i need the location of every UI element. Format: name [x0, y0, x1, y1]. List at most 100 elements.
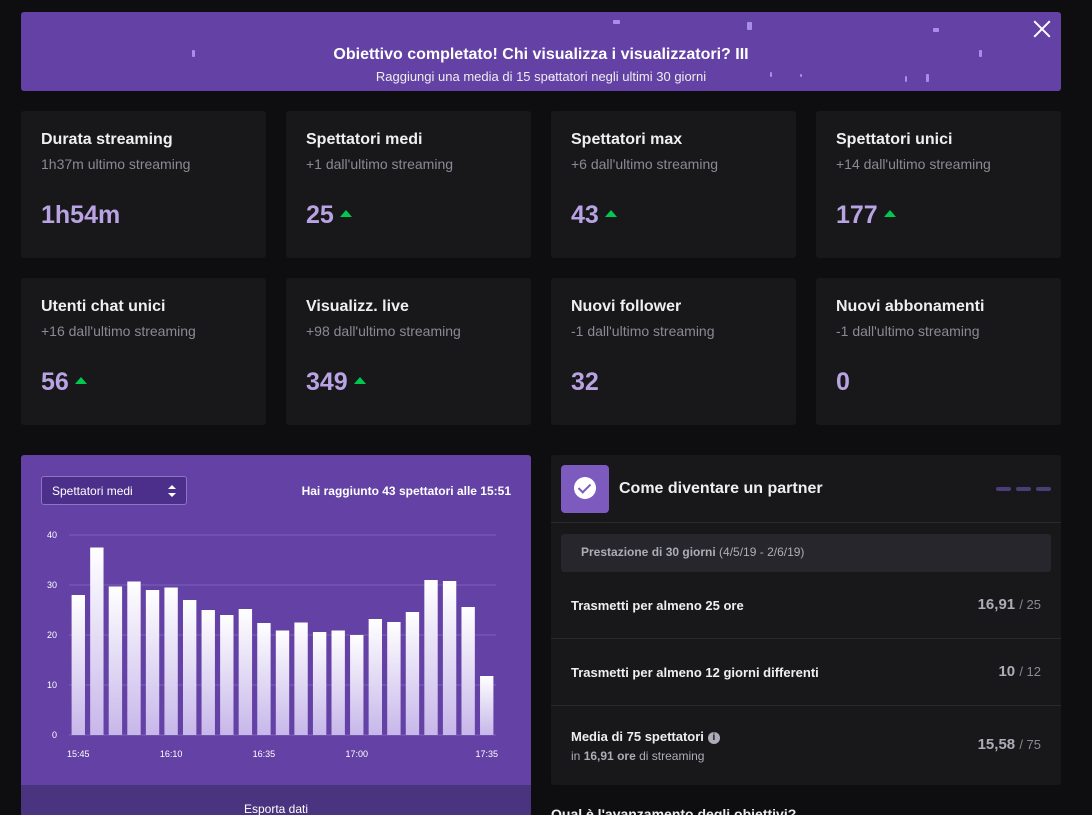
period-label: Prestazione di 30 giorni [581, 545, 716, 559]
metric-select-value: Spettatori medi [52, 484, 133, 498]
requirement-row: Media di 75 spettatori i in 16,91 ore di … [551, 706, 1061, 785]
chart-bar[interactable] [182, 600, 197, 735]
requirement-row: Trasmetti per almeno 25 ore 16,91 / 25 [551, 572, 1061, 639]
chart-bar[interactable] [201, 610, 215, 735]
requirement-sub-prefix: in [571, 749, 581, 763]
chart-bar[interactable] [108, 586, 123, 736]
trend-up-icon [339, 210, 352, 217]
export-data-button[interactable]: Esporta dati [21, 785, 531, 815]
chart-bar[interactable] [480, 676, 494, 735]
stat-title: Nuovi follower [571, 298, 682, 315]
y-tick-label: 20 [47, 630, 57, 640]
requirement-value: 16,91 / 25 [978, 596, 1041, 613]
chart-bar[interactable] [238, 609, 253, 735]
stat-value-wrap: 349 [306, 368, 366, 397]
close-icon[interactable] [1031, 18, 1053, 40]
metric-select[interactable]: Spettatori medi [41, 476, 187, 505]
stat-subtitle: -1 dall'ultimo streaming [571, 323, 715, 339]
progress-dot [1016, 487, 1031, 491]
chart-bar[interactable] [331, 630, 345, 736]
requirement-current: 16,91 [977, 596, 1016, 613]
trend-up-icon [883, 210, 896, 217]
goal-banner: Obiettivo completato! Chi visualizza i v… [21, 12, 1061, 91]
stat-subtitle: -1 dall'ultimo streaming [836, 323, 980, 339]
requirement-row: Trasmetti per almeno 12 giorni different… [551, 639, 1061, 706]
stat-subtitle: +14 dall'ultimo streaming [836, 156, 991, 172]
stat-card-avg-viewers: Spettatori medi +1 dall'ultimo streaming… [286, 111, 531, 258]
stat-value-wrap: 56 [41, 368, 87, 397]
chart-bar[interactable] [405, 612, 420, 735]
checkmark-icon [574, 477, 596, 499]
progress-dot [996, 487, 1011, 491]
requirement-label: Trasmetti per almeno 25 ore [571, 598, 744, 613]
chart-bar[interactable] [350, 635, 364, 735]
stat-card-new-followers: Nuovi follower -1 dall'ultimo streaming … [551, 278, 796, 425]
info-icon[interactable]: i [707, 731, 720, 744]
requirement-value: 10 / 12 [998, 663, 1041, 680]
requirement-total: / 25 [1019, 597, 1041, 612]
partner-header: Come diventare un partner [551, 455, 1061, 523]
requirement-label-text: Media di 75 spettatori [571, 729, 704, 744]
chart-bar[interactable] [145, 590, 160, 735]
stat-value: 1h54m [41, 201, 121, 229]
select-arrows-icon [168, 485, 176, 497]
stat-value: 0 [836, 368, 850, 396]
chart-bar[interactable] [368, 619, 383, 735]
stat-card-unique-viewers: Spettatori unici +14 dall'ultimo streami… [816, 111, 1061, 258]
confetti-piece [933, 28, 939, 32]
stat-card-max-viewers: Spettatori max +6 dall'ultimo streaming … [551, 111, 796, 258]
confetti-piece [613, 20, 620, 24]
chart-bar[interactable] [424, 580, 438, 735]
chart-bar[interactable] [127, 581, 141, 736]
chart-bar[interactable] [71, 595, 85, 735]
progress-dots [996, 487, 1051, 491]
chart-bar[interactable] [294, 622, 308, 736]
stat-value-wrap: 1h54m [41, 201, 120, 230]
stat-title: Spettatori max [571, 131, 683, 148]
stat-title: Nuovi abbonamenti [836, 298, 985, 315]
y-tick-label: 0 [52, 730, 57, 740]
y-tick-label: 40 [47, 530, 57, 540]
stat-value: 349 [306, 368, 348, 396]
chart-bar[interactable] [164, 587, 178, 736]
requirement-sub: in 16,91 ore di streaming [571, 749, 704, 763]
goals-progress-heading: Qual è l'avanzamento degli obiettivi? [551, 806, 797, 815]
stat-value: 25 [306, 201, 334, 229]
x-tick-label: 15:45 [67, 749, 90, 759]
chart-bar[interactable] [442, 581, 457, 735]
y-tick-label: 10 [47, 680, 57, 690]
period-bar: Prestazione di 30 giorni (4/5/19 - 2/6/1… [561, 534, 1051, 572]
chart-bar[interactable] [220, 615, 234, 735]
chart-bar[interactable] [312, 632, 327, 735]
trend-up-icon [604, 210, 617, 217]
requirement-current: 10 [998, 663, 1016, 680]
trend-up-icon [74, 377, 87, 384]
chart-bar[interactable] [387, 622, 401, 735]
x-tick-label: 16:10 [160, 749, 183, 759]
x-tick-label: 17:00 [345, 749, 368, 759]
chart-peak-note: Hai raggiunto 43 spettatori alle 15:51 [301, 484, 511, 498]
stat-subtitle: +6 dall'ultimo streaming [571, 156, 719, 172]
requirement-label: Trasmetti per almeno 12 giorni different… [571, 665, 819, 680]
stat-card-live-views: Visualizz. live +98 dall'ultimo streamin… [286, 278, 531, 425]
requirement-current: 15,58 [977, 736, 1016, 753]
chart-bar[interactable] [275, 630, 290, 736]
chart-panel: 0 10 20 30 40 15:45 16:10 16:35 17:00 17:35 Spett… [21, 455, 531, 815]
y-tick-label: 30 [47, 580, 57, 590]
stat-value: 177 [836, 201, 878, 229]
stat-card-unique-chatters: Utenti chat unici +16 dall'ultimo stream… [21, 278, 266, 425]
chart-bar[interactable] [257, 623, 271, 735]
partner-badge [561, 465, 609, 513]
stat-subtitle: 1h37m ultimo streaming [41, 156, 191, 172]
requirement-sub-suffix: di streaming [639, 749, 705, 763]
banner-title: Obiettivo completato! Chi visualizza i v… [333, 46, 749, 63]
requirement-total: / 12 [1019, 664, 1041, 679]
banner-subtitle: Raggiungi una media di 15 spettatori neg… [375, 69, 707, 84]
stat-title: Spettatori unici [836, 131, 953, 148]
progress-dot [1036, 487, 1051, 491]
period-dates: (4/5/19 - 2/6/19) [719, 545, 805, 559]
chart-bar[interactable] [461, 607, 475, 735]
stat-value: 43 [571, 201, 599, 229]
stat-value-wrap: 25 [306, 201, 352, 230]
chart-bar[interactable] [90, 547, 104, 736]
